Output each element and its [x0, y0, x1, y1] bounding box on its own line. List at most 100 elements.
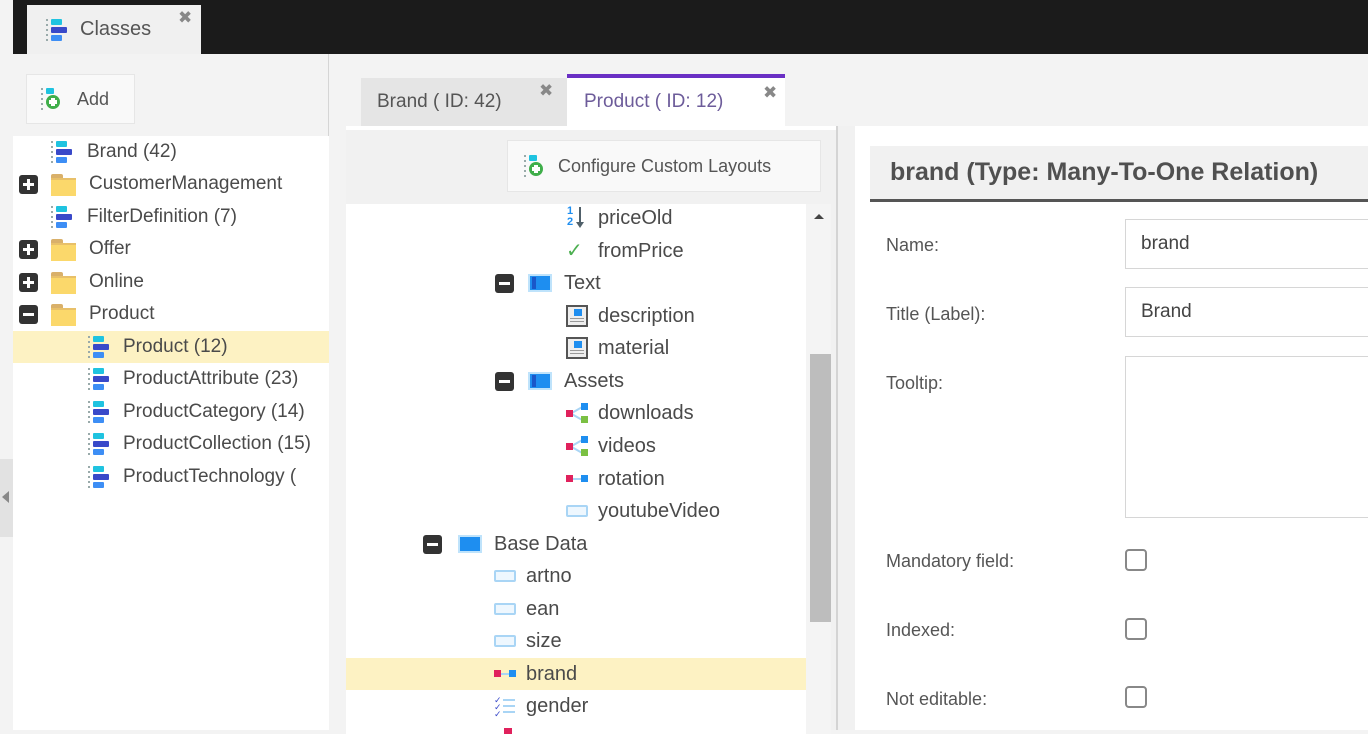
tree-item-label: Offer	[89, 238, 131, 259]
class-tree: Brand (42) CustomerManagement FilterDefi…	[13, 136, 329, 730]
layout-item-material[interactable]: material	[346, 332, 806, 364]
mandatory-field-label: Mandatory field:	[886, 551, 1015, 571]
expand-icon[interactable]	[19, 272, 38, 292]
layout-item-text[interactable]: Text	[346, 267, 806, 299]
layout-item-label: material	[598, 336, 670, 359]
collapse-icon[interactable]	[495, 371, 514, 391]
title-label: Title (Label):	[886, 304, 986, 324]
panel-gap	[838, 126, 855, 730]
layout-item-label: youtubeVideo	[598, 499, 720, 522]
layout-item-priceold[interactable]: 12 priceOld	[346, 204, 806, 234]
collapse-panel-button[interactable]	[0, 459, 13, 537]
tree-item-productcollection[interactable]: ProductCollection (15)	[13, 428, 329, 460]
class-icon	[88, 465, 110, 489]
tree-item-label: CustomerManagement	[89, 173, 283, 194]
expand-icon[interactable]	[19, 239, 38, 259]
layout-tree-scrollbar[interactable]	[806, 204, 831, 734]
tab-classes-label: Classes	[80, 18, 152, 40]
indexed-checkbox[interactable]	[1125, 618, 1147, 640]
layout-item-rotation[interactable]: rotation	[346, 463, 806, 495]
layout-item-artno[interactable]: artno	[346, 560, 806, 592]
tab-product[interactable]: Product ( ID: 12) ✖	[567, 74, 785, 126]
chevron-left-icon	[2, 491, 9, 503]
wysiwyg-icon	[566, 337, 588, 359]
name-label: Name:	[886, 235, 940, 255]
indexed-label: Indexed:	[886, 620, 956, 640]
layout-item-downloads[interactable]: downloads	[346, 397, 806, 429]
input-icon	[566, 505, 588, 517]
close-icon[interactable]: ✖	[539, 82, 553, 99]
many-to-one-relation-icon	[566, 475, 588, 483]
add-button-label: Add	[77, 88, 110, 109]
name-field[interactable]	[1125, 219, 1368, 269]
add-button[interactable]: Add	[26, 74, 135, 124]
tree-item-label: Product	[89, 303, 155, 324]
tree-item-offer[interactable]: Offer	[13, 233, 329, 265]
tree-item-label: ProductCategory (14)	[123, 401, 305, 422]
many-to-one-relation-icon	[494, 670, 516, 678]
class-icon	[88, 367, 110, 391]
tooltip-field[interactable]	[1125, 356, 1368, 518]
title-field[interactable]	[1125, 287, 1368, 337]
folder-icon	[51, 174, 76, 196]
layout-item-youtubevideo[interactable]: youtubeVideo	[346, 495, 806, 527]
partial-item-icon	[504, 728, 512, 734]
tab-classes[interactable]: Classes ✖	[27, 5, 201, 54]
many-to-many-relation-icon	[566, 403, 588, 423]
tree-item-producttechnology[interactable]: ProductTechnology (	[13, 461, 329, 493]
tree-item-brand[interactable]: Brand (42)	[13, 136, 329, 168]
tree-item-product-folder[interactable]: Product	[13, 298, 329, 330]
layout-item-gender[interactable]: ✓ ✓ ✓ gender	[346, 690, 806, 722]
tree-item-productattribute[interactable]: ProductAttribute (23)	[13, 363, 329, 395]
layout-item-videos[interactable]: videos	[346, 430, 806, 462]
layout-item-fromprice[interactable]: ✓ fromPrice	[346, 235, 806, 267]
collapse-icon[interactable]	[423, 534, 442, 554]
configure-custom-layouts-button[interactable]: Configure Custom Layouts	[507, 140, 821, 192]
add-class-icon	[41, 87, 63, 111]
folder-icon	[51, 304, 76, 326]
mandatory-field-checkbox[interactable]	[1125, 549, 1147, 571]
layout-item-label: rotation	[598, 467, 665, 490]
tree-item-customermanagement[interactable]: CustomerManagement	[13, 168, 329, 200]
scroll-up-icon[interactable]	[814, 214, 824, 219]
layout-item-brand[interactable]: brand	[346, 658, 806, 690]
wysiwyg-icon	[566, 305, 588, 327]
layout-item-label: Assets	[564, 369, 625, 392]
top-bar: Classes ✖	[0, 0, 1368, 54]
tab-label: Brand ( ID: 42)	[377, 91, 502, 112]
tree-item-product[interactable]: Product (12)	[13, 331, 329, 363]
many-to-many-relation-icon	[566, 436, 588, 456]
layout-item-size[interactable]: size	[346, 625, 806, 657]
tab-brand[interactable]: Brand ( ID: 42) ✖	[361, 78, 567, 126]
layout-item-label: description	[598, 304, 695, 327]
layout-panel: Configure Custom Layouts 12 priceOld ✓ f…	[346, 126, 853, 734]
layout-item-label: videos	[598, 434, 656, 457]
layout-item-description[interactable]: description	[346, 300, 806, 332]
layout-item-label: gender	[526, 694, 589, 717]
layout-item-assets[interactable]: Assets	[346, 365, 806, 397]
class-icon	[51, 205, 73, 229]
tree-item-productcategory[interactable]: ProductCategory (14)	[13, 396, 329, 428]
layout-item-ean[interactable]: ean	[346, 593, 806, 625]
class-icon	[51, 140, 73, 164]
layout-item-base-data[interactable]: Base Data	[346, 528, 806, 560]
tree-item-label: ProductAttribute (23)	[123, 368, 299, 389]
layout-item-label: artno	[526, 564, 572, 587]
panel-icon	[528, 274, 552, 292]
folder-icon	[51, 272, 76, 294]
tree-item-filterdefinition[interactable]: FilterDefinition (7)	[13, 201, 329, 233]
layout-tree: 12 priceOld ✓ fromPrice Text description…	[346, 204, 806, 734]
scrollbar-thumb[interactable]	[810, 354, 831, 622]
close-icon[interactable]: ✖	[763, 84, 777, 101]
collapse-icon[interactable]	[19, 304, 38, 324]
close-icon[interactable]: ✖	[178, 9, 192, 26]
collapse-icon[interactable]	[495, 273, 514, 293]
not-editable-checkbox[interactable]	[1125, 686, 1147, 708]
tree-item-online[interactable]: Online	[13, 266, 329, 298]
configure-button-label: Configure Custom Layouts	[558, 155, 772, 176]
tooltip-label: Tooltip:	[886, 373, 944, 393]
layout-item-label: priceOld	[598, 206, 673, 229]
multiselect-icon: ✓ ✓ ✓	[494, 695, 516, 719]
expand-icon[interactable]	[19, 174, 38, 194]
layout-item-label: fromPrice	[598, 239, 684, 262]
